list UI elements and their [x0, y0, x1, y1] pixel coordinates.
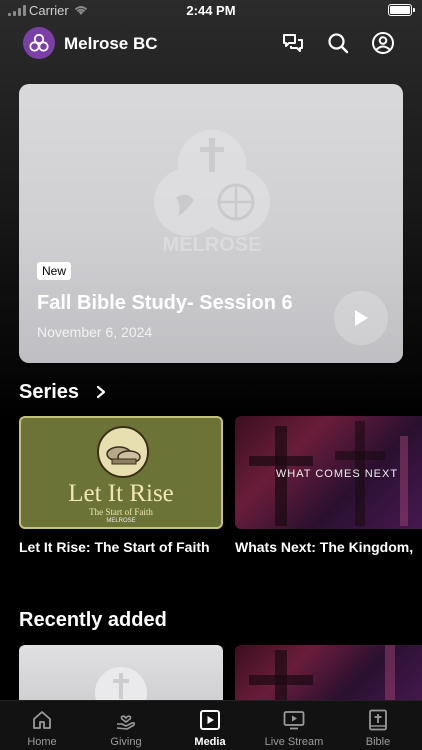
series-caption[interactable]: Let It Rise: The Start of Faith	[19, 539, 223, 555]
battery-icon	[388, 4, 415, 16]
recent-card[interactable]	[19, 645, 223, 705]
church-logo-icon[interactable]	[23, 27, 55, 59]
tab-label: Bible	[365, 736, 391, 748]
tab-label: Media	[194, 736, 226, 748]
featured-title: Fall Bible Study- Session 6	[37, 292, 293, 314]
status-time: 2:44 PM	[186, 3, 236, 18]
search-icon[interactable]	[326, 31, 350, 55]
watermark-text: MELROSE	[163, 234, 262, 254]
org-name[interactable]: Melrose BC	[64, 34, 158, 54]
home-icon	[33, 711, 51, 729]
chevron-right-icon[interactable]	[95, 385, 107, 399]
series-art-title: WHAT COMES NEXT	[275, 468, 399, 480]
tab-label: Live Stream	[264, 736, 324, 748]
series-heading[interactable]: Series	[19, 381, 79, 404]
cross-art	[249, 645, 395, 705]
bread-illustration-icon	[97, 426, 149, 478]
new-badge: New	[37, 262, 72, 280]
series-card-let-it-rise[interactable]: Let It Rise The Start of Faith MELROSE	[19, 416, 223, 529]
series-card-whats-next[interactable]: WHAT COMES NEXT	[235, 416, 422, 529]
tab-label: Giving	[110, 736, 142, 748]
featured-media-card[interactable]: MELROSE New Fall Bible Study- Session 6 …	[19, 84, 403, 363]
series-art-brand: MELROSE	[106, 518, 136, 524]
tab-label: Home	[27, 736, 57, 748]
melrose-logo-watermark: MELROSE	[154, 130, 270, 254]
live-stream-icon	[283, 711, 305, 730]
tab-live-stream[interactable]: Live Stream	[252, 701, 336, 750]
tab-giving[interactable]: Giving	[84, 701, 168, 750]
tab-bible[interactable]: Bible	[336, 701, 420, 750]
tab-bar: Home Giving Media Live Stream Bible	[0, 700, 422, 750]
series-art-subtitle: The Start of Faith	[89, 507, 153, 517]
featured-date: November 6, 2024	[37, 324, 153, 340]
media-icon	[200, 710, 220, 730]
recently-added-title: Recently added	[19, 609, 167, 631]
tab-media[interactable]: Media	[168, 701, 252, 750]
bible-icon	[369, 709, 387, 731]
play-button[interactable]	[334, 291, 388, 345]
play-icon	[355, 310, 368, 326]
melrose-logo-watermark	[95, 667, 147, 705]
series-title: Series	[19, 381, 80, 403]
status-bar: Carrier 2:44 PM	[0, 0, 422, 22]
app-header: Melrose BC	[0, 27, 422, 61]
chat-icon[interactable]	[281, 31, 305, 55]
giving-icon	[116, 715, 136, 730]
profile-icon[interactable]	[371, 31, 395, 55]
series-caption[interactable]: Whats Next: The Kingdom,	[235, 539, 422, 555]
recent-card[interactable]	[235, 645, 422, 705]
series-art-title: Let It Rise	[68, 480, 174, 507]
tab-home[interactable]: Home	[0, 701, 84, 750]
